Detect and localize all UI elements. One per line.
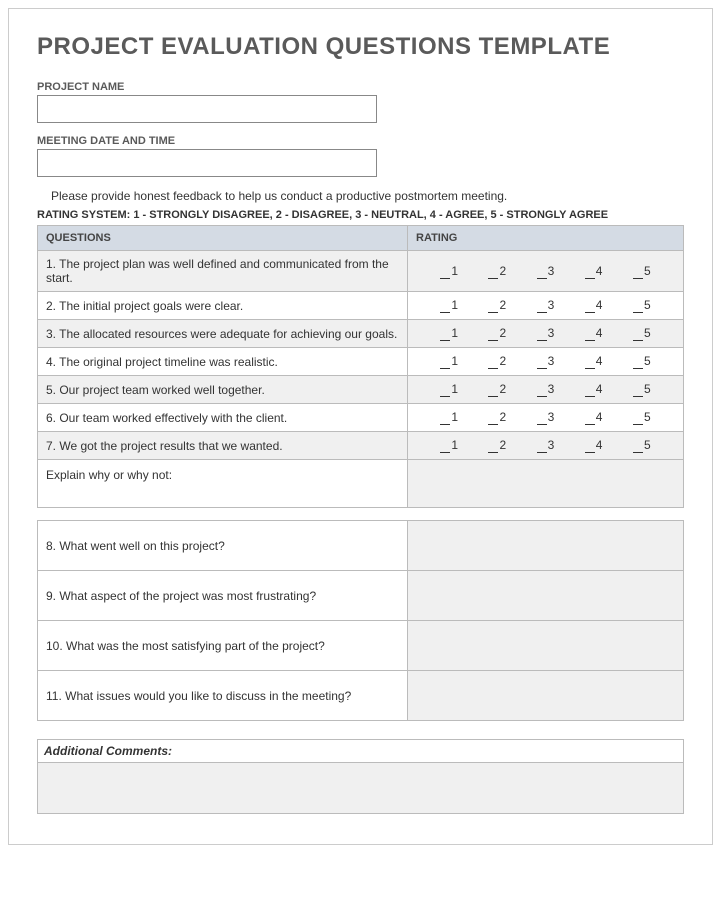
open-question-text: 8. What went well on this project? bbox=[38, 521, 408, 571]
open-answer-cell[interactable] bbox=[408, 671, 684, 721]
question-text: 3. The allocated resources were adequate… bbox=[38, 320, 408, 348]
table-row: 9. What aspect of the project was most f… bbox=[38, 571, 684, 621]
rating-cell: 1 2 3 4 5 bbox=[408, 251, 684, 292]
project-name-input[interactable] bbox=[37, 95, 377, 123]
open-question-text: 9. What aspect of the project was most f… bbox=[38, 571, 408, 621]
document-page: PROJECT EVALUATION QUESTIONS TEMPLATE PR… bbox=[8, 8, 713, 845]
rating-option-2[interactable]: 2 bbox=[482, 410, 512, 425]
table-row: 2. The initial project goals were clear.… bbox=[38, 292, 684, 320]
rating-option-2[interactable]: 2 bbox=[482, 382, 512, 397]
rating-option-2[interactable]: 2 bbox=[482, 438, 512, 453]
open-question-text: 11. What issues would you like to discus… bbox=[38, 671, 408, 721]
question-text: 5. Our project team worked well together… bbox=[38, 376, 408, 404]
rating-option-5[interactable]: 5 bbox=[627, 410, 657, 425]
table-row: 8. What went well on this project? bbox=[38, 521, 684, 571]
rating-option-1[interactable]: 1 bbox=[434, 382, 464, 397]
additional-comments-input[interactable] bbox=[37, 762, 684, 814]
explain-row: Explain why or why not: bbox=[38, 460, 684, 508]
rating-option-1[interactable]: 1 bbox=[434, 354, 464, 369]
table-row: 11. What issues would you like to discus… bbox=[38, 671, 684, 721]
table-row: 4. The original project timeline was rea… bbox=[38, 348, 684, 376]
rating-option-3[interactable]: 3 bbox=[530, 326, 560, 341]
open-questions-table: 8. What went well on this project?9. Wha… bbox=[37, 520, 684, 721]
rating-option-5[interactable]: 5 bbox=[627, 354, 657, 369]
explain-label: Explain why or why not: bbox=[38, 460, 408, 508]
rating-option-1[interactable]: 1 bbox=[434, 264, 464, 279]
rating-option-3[interactable]: 3 bbox=[530, 438, 560, 453]
rating-option-4[interactable]: 4 bbox=[579, 410, 609, 425]
table-row: 7. We got the project results that we wa… bbox=[38, 432, 684, 460]
rating-cell: 1 2 3 4 5 bbox=[408, 292, 684, 320]
rating-option-4[interactable]: 4 bbox=[579, 354, 609, 369]
rating-option-5[interactable]: 5 bbox=[627, 326, 657, 341]
rating-option-4[interactable]: 4 bbox=[579, 326, 609, 341]
rating-option-2[interactable]: 2 bbox=[482, 354, 512, 369]
rating-cell: 1 2 3 4 5 bbox=[408, 432, 684, 460]
rating-option-2[interactable]: 2 bbox=[482, 298, 512, 313]
table-row: 1. The project plan was well defined and… bbox=[38, 251, 684, 292]
rating-option-2[interactable]: 2 bbox=[482, 326, 512, 341]
rating-legend: RATING SYSTEM: 1 - STRONGLY DISAGREE, 2 … bbox=[37, 209, 684, 223]
rating-cell: 1 2 3 4 5 bbox=[408, 404, 684, 432]
rating-option-3[interactable]: 3 bbox=[530, 264, 560, 279]
open-answer-cell[interactable] bbox=[408, 571, 684, 621]
question-text: 4. The original project timeline was rea… bbox=[38, 348, 408, 376]
rating-option-4[interactable]: 4 bbox=[579, 438, 609, 453]
page-title: PROJECT EVALUATION QUESTIONS TEMPLATE bbox=[37, 33, 684, 61]
rated-questions-table: QUESTIONS RATING 1. The project plan was… bbox=[37, 225, 684, 508]
rating-option-4[interactable]: 4 bbox=[579, 264, 609, 279]
additional-comments-label: Additional Comments: bbox=[37, 739, 684, 762]
table-row: 10. What was the most satisfying part of… bbox=[38, 621, 684, 671]
project-name-label: PROJECT NAME bbox=[37, 81, 684, 93]
table-row: 3. The allocated resources were adequate… bbox=[38, 320, 684, 348]
table-row: 6. Our team worked effectively with the … bbox=[38, 404, 684, 432]
open-question-text: 10. What was the most satisfying part of… bbox=[38, 621, 408, 671]
rating-option-1[interactable]: 1 bbox=[434, 298, 464, 313]
meeting-datetime-label: MEETING DATE AND TIME bbox=[37, 135, 684, 147]
rating-option-5[interactable]: 5 bbox=[627, 264, 657, 279]
rating-cell: 1 2 3 4 5 bbox=[408, 376, 684, 404]
rating-option-3[interactable]: 3 bbox=[530, 354, 560, 369]
rating-cell: 1 2 3 4 5 bbox=[408, 348, 684, 376]
rating-option-2[interactable]: 2 bbox=[482, 264, 512, 279]
rating-option-1[interactable]: 1 bbox=[434, 326, 464, 341]
rating-option-4[interactable]: 4 bbox=[579, 382, 609, 397]
rating-option-5[interactable]: 5 bbox=[627, 382, 657, 397]
question-text: 2. The initial project goals were clear. bbox=[38, 292, 408, 320]
rating-option-5[interactable]: 5 bbox=[627, 298, 657, 313]
table-row: 5. Our project team worked well together… bbox=[38, 376, 684, 404]
rating-option-3[interactable]: 3 bbox=[530, 298, 560, 313]
rating-option-3[interactable]: 3 bbox=[530, 382, 560, 397]
rating-option-1[interactable]: 1 bbox=[434, 438, 464, 453]
question-text: 7. We got the project results that we wa… bbox=[38, 432, 408, 460]
open-answer-cell[interactable] bbox=[408, 621, 684, 671]
rating-cell: 1 2 3 4 5 bbox=[408, 320, 684, 348]
rating-option-3[interactable]: 3 bbox=[530, 410, 560, 425]
explain-answer-cell[interactable] bbox=[408, 460, 684, 508]
question-text: 1. The project plan was well defined and… bbox=[38, 251, 408, 292]
header-questions: QUESTIONS bbox=[38, 226, 408, 251]
instruction-text: Please provide honest feedback to help u… bbox=[51, 189, 684, 203]
header-rating: RATING bbox=[408, 226, 684, 251]
rating-option-4[interactable]: 4 bbox=[579, 298, 609, 313]
rating-option-5[interactable]: 5 bbox=[627, 438, 657, 453]
rating-option-1[interactable]: 1 bbox=[434, 410, 464, 425]
open-answer-cell[interactable] bbox=[408, 521, 684, 571]
meeting-datetime-input[interactable] bbox=[37, 149, 377, 177]
question-text: 6. Our team worked effectively with the … bbox=[38, 404, 408, 432]
